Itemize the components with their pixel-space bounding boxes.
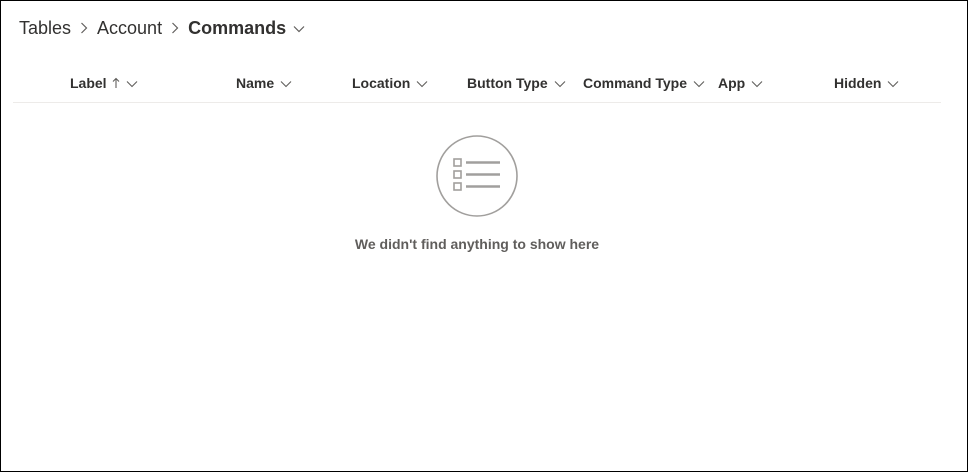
breadcrumb-current: Commands xyxy=(188,17,287,38)
chevron-down-icon xyxy=(554,80,566,88)
column-header-text: Button Type xyxy=(467,75,548,91)
column-header-label[interactable]: Label xyxy=(70,63,138,103)
chevron-down-icon[interactable] xyxy=(293,25,305,33)
column-header-command-type[interactable]: Command Type xyxy=(583,63,705,103)
chevron-down-icon xyxy=(887,80,899,88)
table-header-row: Label Name Location Button Type Command … xyxy=(13,63,941,103)
breadcrumb-item-tables[interactable]: Tables xyxy=(19,18,71,39)
empty-state-message: We didn't find anything to show here xyxy=(354,236,600,252)
breadcrumb-item-account[interactable]: Account xyxy=(97,18,162,39)
column-header-text: Name xyxy=(236,75,275,91)
column-header-text: Hidden xyxy=(834,75,882,91)
column-header-text: Location xyxy=(352,75,411,91)
app-frame: Tables Account Commands Label Name Locat… xyxy=(0,0,968,472)
chevron-down-icon xyxy=(751,80,763,88)
chevron-right-icon xyxy=(171,22,179,34)
chevron-down-icon xyxy=(693,80,705,88)
sort-ascending-icon xyxy=(112,77,120,89)
chevron-down-icon xyxy=(126,80,138,88)
column-header-hidden[interactable]: Hidden xyxy=(834,63,899,103)
column-header-text: App xyxy=(718,75,746,91)
chevron-down-icon xyxy=(416,80,428,88)
column-header-app[interactable]: App xyxy=(718,63,763,103)
list-icon xyxy=(436,135,518,217)
column-header-location[interactable]: Location xyxy=(352,63,428,103)
column-header-text: Command Type xyxy=(583,75,687,91)
column-header-text: Label xyxy=(70,75,107,91)
column-header-name[interactable]: Name xyxy=(236,63,292,103)
column-header-button-type[interactable]: Button Type xyxy=(467,63,566,103)
chevron-right-icon xyxy=(80,22,88,34)
breadcrumb: Tables Account Commands xyxy=(19,15,305,41)
chevron-down-icon xyxy=(280,80,292,88)
